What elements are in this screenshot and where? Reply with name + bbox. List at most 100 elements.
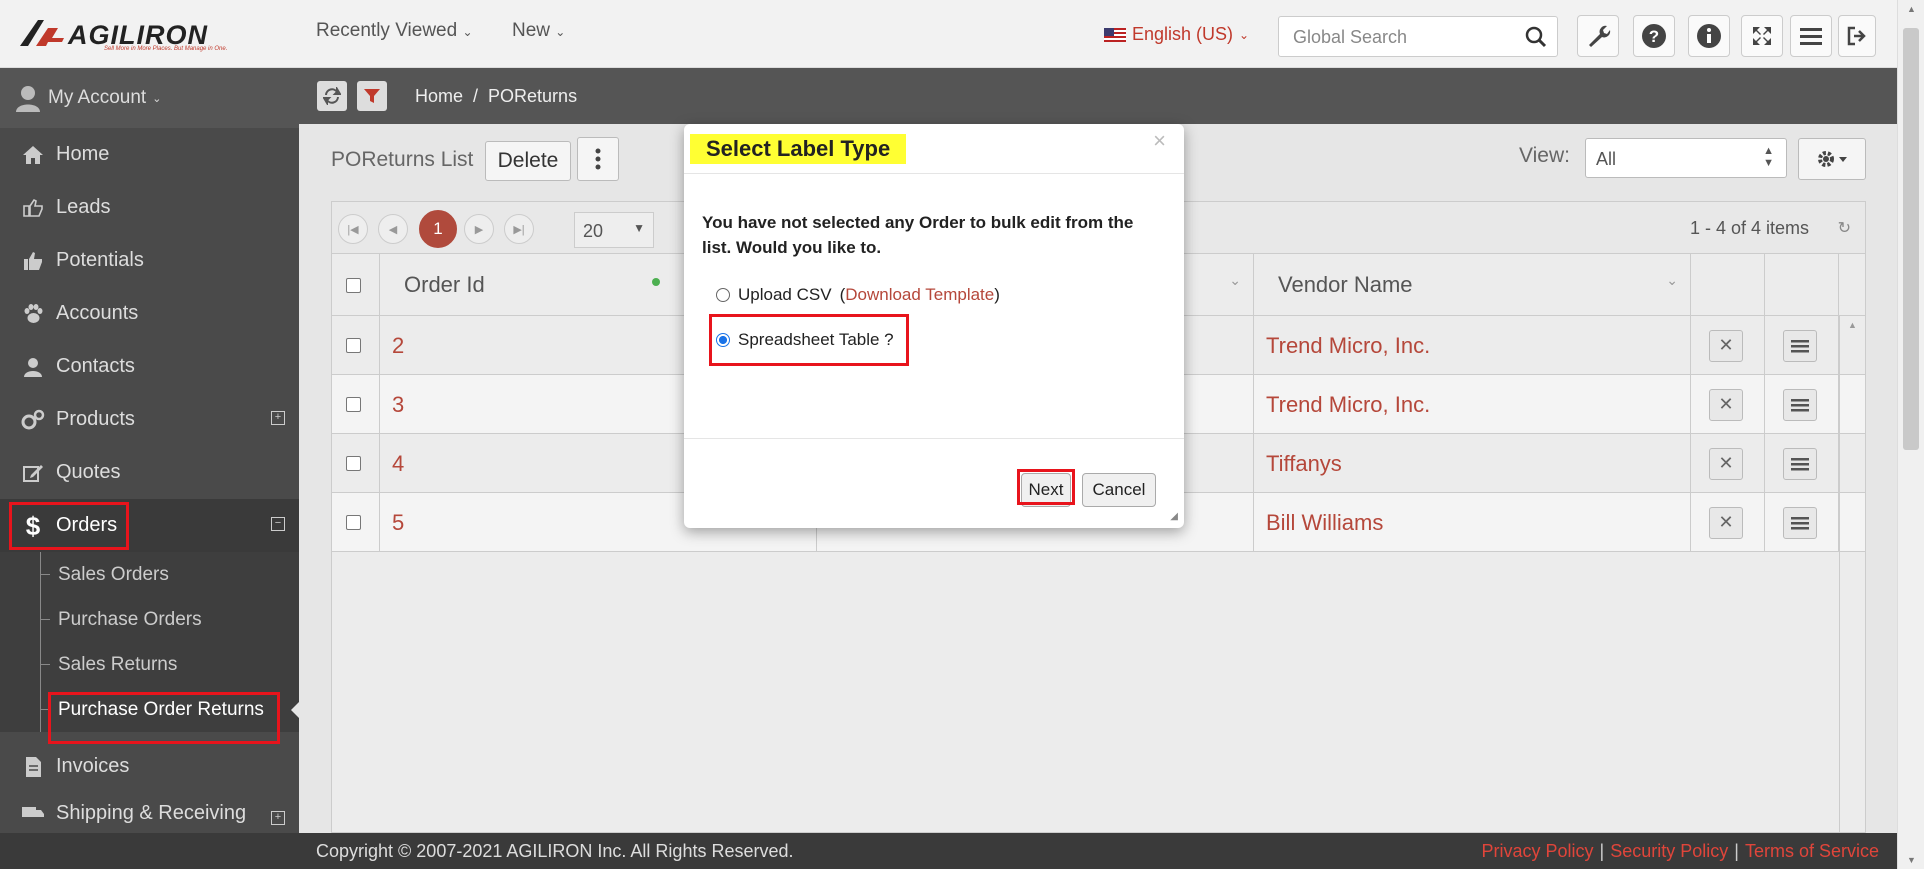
row-select-cell (332, 316, 380, 375)
sidebar-subitem-purchase-orders[interactable]: Purchase Orders (0, 597, 299, 642)
row-checkbox[interactable] (346, 515, 361, 530)
delete-row-button[interactable]: ✕ (1709, 388, 1743, 421)
refresh-button[interactable] (317, 81, 347, 111)
user-avatar-icon (16, 86, 40, 112)
row-menu-button[interactable] (1783, 447, 1817, 480)
fullscreen-button[interactable] (1741, 15, 1783, 57)
my-account-menu[interactable]: My Account ⌄ (0, 68, 299, 128)
next-page-button[interactable]: ▶ (464, 214, 494, 244)
row-checkbox[interactable] (346, 338, 361, 353)
menu-cell (1765, 434, 1839, 493)
breadcrumb-home-link[interactable]: Home (415, 86, 463, 107)
annotation-po-returns-highlight (48, 692, 280, 744)
cancel-button[interactable]: Cancel (1082, 473, 1156, 507)
grid-refresh-icon[interactable]: ↻ (1838, 218, 1851, 238)
delete-row-button[interactable]: ✕ (1709, 506, 1743, 539)
expand-plus-icon[interactable]: + (271, 811, 285, 825)
row-checkbox[interactable] (346, 456, 361, 471)
copyright-text: Copyright © 2007-2021 AGILIRON Inc. All … (316, 841, 794, 861)
prev-page-button[interactable]: ◀ (378, 214, 408, 244)
sidebar-item-quotes[interactable]: Quotes (0, 446, 299, 499)
footer-separator: | (1599, 841, 1605, 861)
help-button[interactable]: ? (1633, 15, 1675, 57)
page-scrollbar[interactable]: ▲ ▼ (1897, 0, 1924, 869)
settings-button[interactable] (1798, 138, 1866, 180)
chevron-down-icon: ⌄ (152, 92, 162, 105)
terms-of-service-link[interactable]: Terms of Service (1745, 841, 1879, 861)
breadcrumb-current: POReturns (488, 85, 578, 106)
row-checkbox[interactable] (346, 397, 361, 412)
sidebar-item-potentials[interactable]: Potentials (0, 234, 299, 287)
upload-csv-radio[interactable] (716, 288, 730, 302)
row-select-cell (332, 375, 380, 434)
menu-button[interactable] (1790, 15, 1832, 57)
collapse-minus-icon[interactable]: − (271, 517, 285, 531)
wrench-icon (1589, 25, 1611, 47)
sidebar-subitem-label: Purchase Orders (58, 608, 202, 630)
delete-button[interactable]: Delete (485, 141, 571, 181)
vendor-name-link[interactable]: Trend Micro, Inc. (1254, 316, 1691, 375)
row-menu-button[interactable] (1783, 329, 1817, 362)
select-all-checkbox[interactable] (346, 277, 361, 293)
tools-button[interactable] (1577, 15, 1619, 57)
scroll-thumb[interactable] (1903, 28, 1919, 450)
row-select-cell (332, 434, 380, 493)
sign-out-icon (1847, 26, 1866, 46)
thumb-point-icon (23, 198, 43, 217)
status-dot-icon (652, 278, 660, 286)
vendor-name-link[interactable]: Trend Micro, Inc. (1254, 375, 1691, 434)
new-menu[interactable]: New ⌄ (512, 20, 565, 42)
page-size-select[interactable]: 20 ▼ (574, 212, 654, 248)
view-select[interactable]: All ▲ ▼ (1585, 138, 1787, 178)
vendor-name-link[interactable]: Tiffanys (1254, 434, 1691, 493)
sidebar-item-accounts[interactable]: Accounts (0, 287, 299, 340)
close-icon[interactable]: × (1153, 128, 1166, 154)
menu-cell (1765, 493, 1839, 552)
page-1-button[interactable]: 1 (419, 210, 457, 248)
annotation-orders-highlight (9, 502, 129, 550)
delete-cell: ✕ (1691, 375, 1765, 434)
delete-row-button[interactable]: ✕ (1709, 329, 1743, 362)
search-icon[interactable] (1525, 26, 1547, 48)
sidebar-item-leads[interactable]: Leads (0, 181, 299, 234)
info-button[interactable] (1688, 15, 1730, 57)
sidebar-subitem-sales-returns[interactable]: Sales Returns (0, 642, 299, 687)
sidebar-item-label: Contacts (56, 355, 135, 377)
agiliron-logo[interactable]: AGILIRON Sell More in More Places. But M… (18, 18, 233, 52)
download-template-link[interactable]: Download Template (845, 285, 994, 304)
sidebar-item-home[interactable]: Home (0, 128, 299, 181)
last-page-button[interactable]: ▶| (504, 214, 534, 244)
privacy-policy-link[interactable]: Privacy Policy (1482, 841, 1594, 861)
logout-button[interactable] (1838, 15, 1876, 57)
security-policy-link[interactable]: Security Policy (1610, 841, 1728, 861)
resize-handle-icon[interactable]: ◢ (1170, 511, 1178, 522)
sidebar-subitem-label: Sales Returns (58, 653, 178, 675)
sidebar-item-products[interactable]: Products + (0, 393, 299, 446)
hamburger-icon (1791, 516, 1809, 529)
grid-scrollbar[interactable]: ▲ (1839, 316, 1865, 832)
hamburger-icon (1800, 28, 1822, 45)
page-size-value: 20 (583, 221, 604, 241)
filter-button[interactable] (357, 81, 387, 111)
vendor-name-link[interactable]: Bill Williams (1254, 493, 1691, 552)
expand-plus-icon[interactable]: + (271, 411, 285, 425)
row-menu-button[interactable] (1783, 506, 1817, 539)
more-actions-button[interactable] (577, 137, 619, 181)
language-selector[interactable]: English (US) ⌄ (1104, 24, 1249, 45)
upload-csv-option[interactable]: Upload CSV (Download Template) (716, 285, 1000, 305)
column-vendor-name[interactable]: Vendor Name ⌄ (1254, 254, 1691, 316)
search-placeholder: Global Search (1293, 27, 1408, 47)
recently-viewed-menu[interactable]: Recently Viewed ⌄ (316, 20, 473, 42)
sidebar-subitem-sales-orders[interactable]: Sales Orders (0, 552, 299, 597)
delete-cell: ✕ (1691, 316, 1765, 375)
first-page-button[interactable]: |◀ (338, 214, 368, 244)
sidebar-item-shipping[interactable]: Shipping & Receiving + (0, 793, 299, 833)
column-actions-1 (1691, 254, 1765, 316)
global-search-input[interactable]: Global Search (1278, 16, 1558, 57)
sidebar-item-invoices[interactable]: Invoices (0, 740, 299, 793)
language-label: English (US) (1132, 24, 1234, 44)
row-menu-button[interactable] (1783, 388, 1817, 421)
delete-row-button[interactable]: ✕ (1709, 447, 1743, 480)
sidebar-item-label: Invoices (56, 755, 130, 777)
sidebar-item-contacts[interactable]: Contacts (0, 340, 299, 393)
